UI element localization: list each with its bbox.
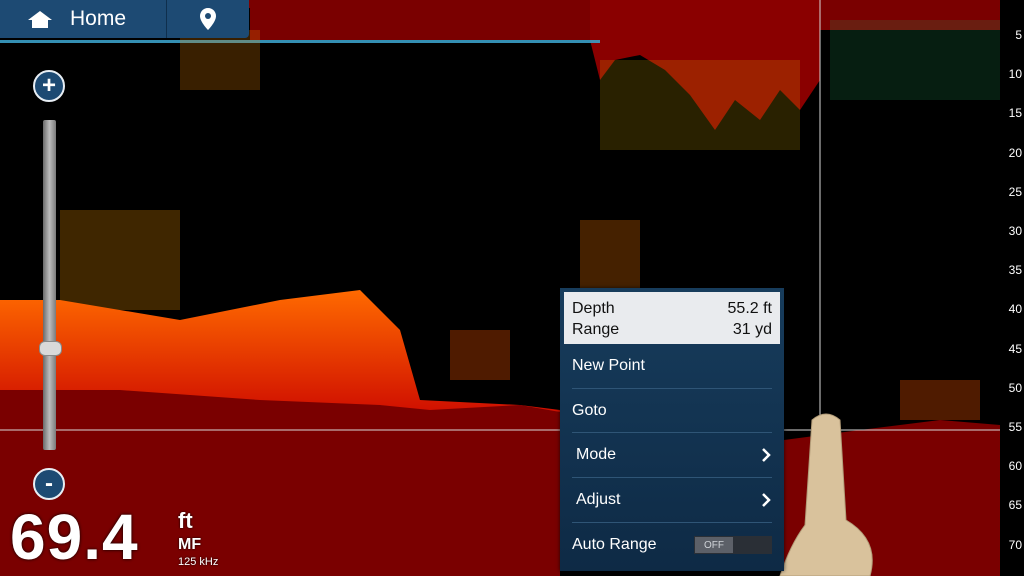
menu-item-auto-range[interactable]: Auto Range OFF [572,523,772,568]
range-row: Range 31 yd [572,319,772,340]
chevron-right-icon [762,493,771,507]
depth-label: Depth [572,300,615,317]
waypoint-pin-icon [200,8,216,30]
depth-tick: 50 [1008,380,1022,395]
depth-tick: 20 [1008,145,1022,160]
frequency: 125 kHz [178,556,219,568]
auto-range-toggle[interactable]: OFF [694,536,772,555]
menu-item-adjust[interactable]: Adjust [572,478,772,523]
depth-row: Depth 55.2 ft [572,298,772,319]
top-bar: Home [0,0,249,38]
depth-tick: 25 [1008,184,1022,199]
depth-readout: 69.4 [10,501,139,573]
menu-item-label: Adjust [576,490,621,508]
depth-tick: 60 [1008,459,1022,474]
menu-item-mode[interactable]: Mode [572,433,772,479]
depth-tick: 15 [1008,106,1022,121]
range-value: 31 yd [732,321,772,338]
zoom-in-button[interactable]: + [33,70,65,102]
sonar-display[interactable] [0,0,1024,576]
depth-tick: 5 [1015,28,1022,42]
menu-item-label: New Point [572,356,645,374]
context-menu: Depth 55.2 ft Range 31 yd New Point Goto… [560,288,784,571]
menu-item-label: Goto [572,401,607,419]
home-icon [28,11,52,28]
depth-tick: 40 [1008,302,1022,317]
cursor-info-box: Depth 55.2 ft Range 31 yd [564,292,780,344]
depth-tick: 65 [1008,498,1022,513]
depth-tick: 55 [1008,420,1022,434]
chevron-right-icon [762,448,771,463]
depth-tick: 35 [1008,263,1022,278]
depth-unit: ft [178,508,193,533]
depth-tick: 45 [1008,341,1022,356]
waypoint-button[interactable] [167,0,249,38]
range-label: Range [572,321,620,338]
home-button[interactable]: Home [0,0,167,38]
depth-tick: 30 [1008,224,1022,238]
depth-value: 55.2 ft [727,300,772,317]
menu-item-new-point[interactable]: New Point [572,344,772,389]
frequency-mode: MF [178,536,202,553]
menu-item-label: Mode [576,446,617,464]
depth-tick: 70 [1008,537,1022,552]
auto-range-toggle-state: OFF [695,537,733,554]
home-label: Home [70,7,127,30]
zoom-slider-thumb[interactable] [39,341,62,357]
menu-item-goto[interactable]: Goto [572,389,772,434]
depth-tick: 10 [1008,67,1022,82]
zoom-slider-track[interactable] [43,120,56,450]
zoom-out-button[interactable]: - [33,468,65,500]
depth-scale: 5 10 15 20 25 30 35 40 45 50 55 60 65 70 [994,0,1024,576]
menu-item-label: Auto Range [572,536,657,554]
